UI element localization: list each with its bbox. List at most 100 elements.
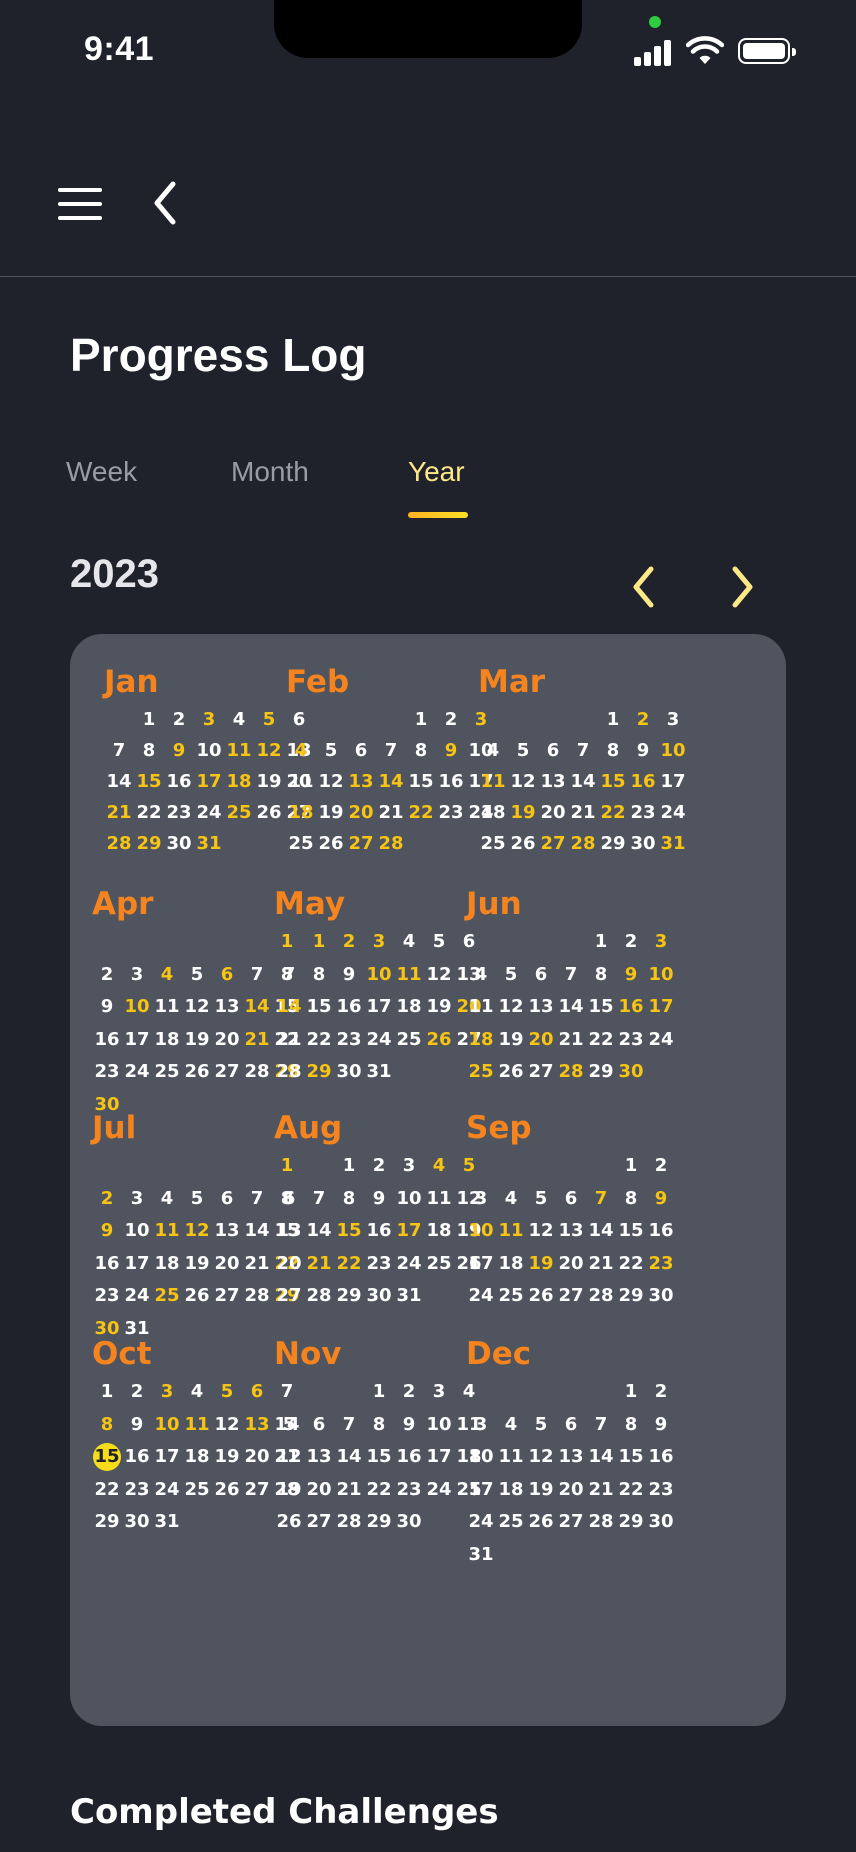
- day-cell[interactable]: 13: [274, 1215, 304, 1248]
- day-cell[interactable]: 11: [496, 1215, 526, 1248]
- day-cell[interactable]: 18: [424, 1215, 454, 1248]
- day-cell[interactable]: 28: [104, 828, 134, 859]
- day-cell[interactable]: 10: [466, 1441, 496, 1474]
- day-cell[interactable]: 7: [568, 735, 598, 766]
- day-cell[interactable]: 28: [568, 828, 598, 859]
- day-cell[interactable]: 12: [182, 991, 212, 1024]
- day-cell[interactable]: 12: [316, 766, 346, 797]
- day-cell[interactable]: 1: [586, 926, 616, 959]
- day-cell[interactable]: 19: [182, 1248, 212, 1281]
- day-cell[interactable]: 20: [274, 1248, 304, 1281]
- day-cell[interactable]: 18: [496, 1248, 526, 1281]
- day-cell[interactable]: 25: [496, 1280, 526, 1313]
- day-cell[interactable]: 16: [364, 1215, 394, 1248]
- day-cell[interactable]: 31: [152, 1506, 182, 1539]
- day-cell[interactable]: 18: [224, 766, 254, 797]
- day-cell[interactable]: 12: [254, 735, 284, 766]
- day-cell[interactable]: 19: [424, 991, 454, 1024]
- day-cell[interactable]: 11: [394, 959, 424, 992]
- day-cell[interactable]: 8: [304, 959, 334, 992]
- day-cell[interactable]: 26: [316, 828, 346, 859]
- tab-month[interactable]: Month: [231, 456, 309, 488]
- day-cell[interactable]: 17: [424, 1441, 454, 1474]
- day-cell[interactable]: 17: [466, 1474, 496, 1507]
- day-cell[interactable]: 18: [478, 797, 508, 828]
- day-cell[interactable]: 21: [334, 1474, 364, 1507]
- day-cell[interactable]: 24: [122, 1056, 152, 1089]
- day-cell[interactable]: 26: [508, 828, 538, 859]
- day-cell[interactable]: 2: [628, 704, 658, 735]
- day-cell[interactable]: 2: [616, 926, 646, 959]
- day-cell[interactable]: 11: [478, 766, 508, 797]
- day-cell[interactable]: 7: [586, 1183, 616, 1216]
- day-cell[interactable]: 25: [394, 1024, 424, 1057]
- day-cell[interactable]: 24: [122, 1280, 152, 1313]
- day-cell[interactable]: 23: [616, 1024, 646, 1057]
- day-cell[interactable]: 29: [92, 1506, 122, 1539]
- day-cell[interactable]: 22: [334, 1248, 364, 1281]
- day-cell[interactable]: 14: [586, 1441, 616, 1474]
- day-cell[interactable]: 7: [304, 1183, 334, 1216]
- day-cell[interactable]: 28: [376, 828, 406, 859]
- day-cell[interactable]: 28: [242, 1280, 272, 1313]
- day-cell[interactable]: 22: [364, 1474, 394, 1507]
- day-cell[interactable]: 26: [182, 1056, 212, 1089]
- day-cell[interactable]: 4: [152, 959, 182, 992]
- day-cell[interactable]: 1: [334, 1150, 364, 1183]
- day-cell[interactable]: 2: [436, 704, 466, 735]
- day-cell[interactable]: 21: [586, 1248, 616, 1281]
- day-cell[interactable]: 20: [346, 797, 376, 828]
- day-cell[interactable]: 18: [152, 1024, 182, 1057]
- day-cell[interactable]: 23: [436, 797, 466, 828]
- day-cell[interactable]: 1: [364, 1376, 394, 1409]
- day-cell[interactable]: 1: [304, 926, 334, 959]
- day-cell[interactable]: 25: [152, 1280, 182, 1313]
- day-cell[interactable]: 26: [212, 1474, 242, 1507]
- day-cell[interactable]: 30: [646, 1280, 676, 1313]
- day-cell[interactable]: 17: [194, 766, 224, 797]
- day-cell[interactable]: 24: [364, 1024, 394, 1057]
- day-cell[interactable]: 23: [364, 1248, 394, 1281]
- day-cell[interactable]: 13: [212, 1215, 242, 1248]
- day-cell[interactable]: 22: [616, 1474, 646, 1507]
- day-cell[interactable]: 4: [224, 704, 254, 735]
- day-cell[interactable]: 16: [646, 1215, 676, 1248]
- day-cell[interactable]: 29: [304, 1056, 334, 1089]
- day-cell[interactable]: 26: [254, 797, 284, 828]
- day-cell[interactable]: 25: [224, 797, 254, 828]
- day-cell[interactable]: 26: [526, 1280, 556, 1313]
- day-cell[interactable]: 21: [274, 1024, 304, 1057]
- day-cell[interactable]: 28: [586, 1506, 616, 1539]
- day-cell[interactable]: 21: [568, 797, 598, 828]
- day-cell[interactable]: 18: [466, 1024, 496, 1057]
- day-cell[interactable]: 5: [182, 959, 212, 992]
- day-cell[interactable]: 11: [496, 1441, 526, 1474]
- day-cell[interactable]: 4: [182, 1376, 212, 1409]
- day-cell[interactable]: 29: [586, 1056, 616, 1089]
- day-cell[interactable]: 20: [556, 1248, 586, 1281]
- day-cell[interactable]: 4: [394, 926, 424, 959]
- day-cell[interactable]: 26: [182, 1280, 212, 1313]
- day-cell[interactable]: 10: [194, 735, 224, 766]
- back-button[interactable]: [146, 178, 186, 228]
- day-cell[interactable]: 11: [286, 766, 316, 797]
- day-cell[interactable]: 15: [364, 1441, 394, 1474]
- day-cell[interactable]: 30: [394, 1506, 424, 1539]
- day-cell[interactable]: 13: [304, 1441, 334, 1474]
- day-cell[interactable]: 28: [556, 1056, 586, 1089]
- day-cell[interactable]: 5: [526, 1183, 556, 1216]
- day-cell[interactable]: 25: [182, 1474, 212, 1507]
- day-cell[interactable]: 6: [274, 1183, 304, 1216]
- day-cell[interactable]: 21: [376, 797, 406, 828]
- day-cell[interactable]: 15: [406, 766, 436, 797]
- day-cell[interactable]: 10: [122, 1215, 152, 1248]
- day-cell[interactable]: 12: [182, 1215, 212, 1248]
- day-cell[interactable]: 24: [424, 1474, 454, 1507]
- day-cell[interactable]: 25: [152, 1056, 182, 1089]
- day-cell[interactable]: 23: [122, 1474, 152, 1507]
- day-cell[interactable]: 9: [394, 1409, 424, 1442]
- day-cell[interactable]: 11: [466, 991, 496, 1024]
- day-cell[interactable]: 28: [274, 1056, 304, 1089]
- day-cell[interactable]: 14: [274, 991, 304, 1024]
- day-cell[interactable]: 4: [152, 1183, 182, 1216]
